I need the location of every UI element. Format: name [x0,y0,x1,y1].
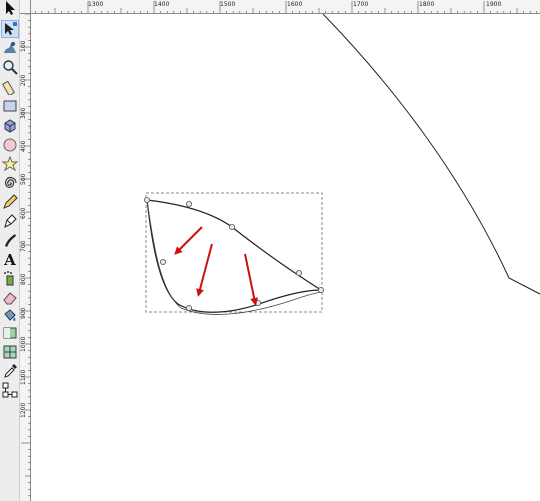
ellipse-tool[interactable] [1,136,19,154]
mesh-tool[interactable] [1,343,19,361]
large-arc-path[interactable] [322,14,540,295]
ruler-label: 1300 [88,1,104,8]
pencil-icon [3,194,18,209]
ruler-label: 1500 [220,1,236,8]
pen-tool[interactable] [1,212,19,230]
connector-icon [2,382,18,398]
svg-text:A: A [3,251,16,267]
calligraphy-icon [5,234,16,247]
path-node[interactable] [254,299,261,306]
red-arrow [174,226,203,255]
red-arrow [196,243,213,297]
ruler-label: 1800 [419,1,435,8]
measure-tool[interactable] [1,78,19,96]
path-node[interactable] [185,304,192,311]
measure-icon [2,80,16,95]
vertical-ruler-ticks [21,14,31,497]
ruler-label: 900 [20,307,27,319]
vertical-ruler[interactable]: 100 200 300 400 500 600 700 800 900 1000 1100 1200 [20,14,31,501]
path-nodes[interactable] [144,196,324,311]
text-icon: A [3,251,16,267]
ruler-label: 1000 [20,336,27,352]
paint-bucket-icon [4,309,16,321]
spiral-icon [5,177,17,188]
ruler-label: 1700 [353,1,369,8]
gradient-icon [3,327,17,339]
rectangle-tool[interactable] [1,97,19,115]
connector-tool[interactable] [1,381,19,399]
selector-icon [6,1,15,15]
ruler-label: 500 [20,173,27,185]
text-tool[interactable]: A [1,250,19,268]
ruler-label: 700 [20,240,27,252]
ruler-label: 1600 [287,1,303,8]
canvas-drawing [144,14,540,315]
star-icon [2,156,18,172]
node-editor-icon [5,22,17,35]
path-node[interactable] [144,196,151,203]
tweak-icon [4,42,16,53]
ruler-corner [20,0,31,14]
horizontal-ruler[interactable]: 1300 1400 1500 1600 1700 1800 1900 [31,0,540,14]
gradient-tool[interactable] [1,324,19,342]
ruler-label: 1400 [154,1,170,8]
path-node[interactable] [317,286,324,293]
path-node[interactable] [159,258,166,265]
dropper-icon [4,364,17,378]
paint-bucket-tool[interactable] [1,306,19,324]
ruler-label: 600 [20,207,27,219]
spray-tool[interactable] [1,269,19,287]
ruler-label: 100 [20,40,27,52]
zoom-icon [3,60,18,75]
inner-offset-path [146,199,322,315]
calligraphy-tool[interactable] [1,231,19,249]
eraser-tool[interactable] [1,288,19,306]
box3d-tool[interactable] [1,117,19,135]
ellipse-icon [3,138,17,152]
toolbox: A [0,0,20,501]
mesh-icon [3,345,17,359]
ruler-label: 1900 [486,1,502,8]
rectangle-icon [3,100,17,112]
ruler-label: 1100 [20,369,27,385]
zoom-tool[interactable] [1,58,19,76]
ruler-label: 400 [20,140,27,152]
pencil-tool[interactable] [1,193,19,211]
spiral-tool[interactable] [1,174,19,192]
eraser-icon [3,292,17,305]
selected-shape-path[interactable] [146,199,324,313]
node-editor-tool[interactable] [1,20,19,38]
ruler-label: 800 [20,273,27,285]
selector-tool[interactable] [1,0,19,17]
box3d-icon [4,119,16,133]
drawing-canvas[interactable] [31,14,540,501]
ruler-label: 200 [20,74,27,86]
spray-icon [4,271,14,286]
red-arrow [244,253,259,306]
selection-bounding-box [145,192,323,313]
path-node[interactable] [228,223,235,230]
path-node[interactable] [185,200,192,207]
dropper-tool[interactable] [1,362,19,380]
ruler-label: 1200 [20,402,27,418]
horizontal-ruler-ticks [34,1,538,13]
path-node[interactable] [295,269,302,276]
ruler-label: 300 [20,107,27,119]
tweak-tool[interactable] [1,39,19,57]
pen-icon [4,214,17,228]
star-tool[interactable] [1,155,19,173]
